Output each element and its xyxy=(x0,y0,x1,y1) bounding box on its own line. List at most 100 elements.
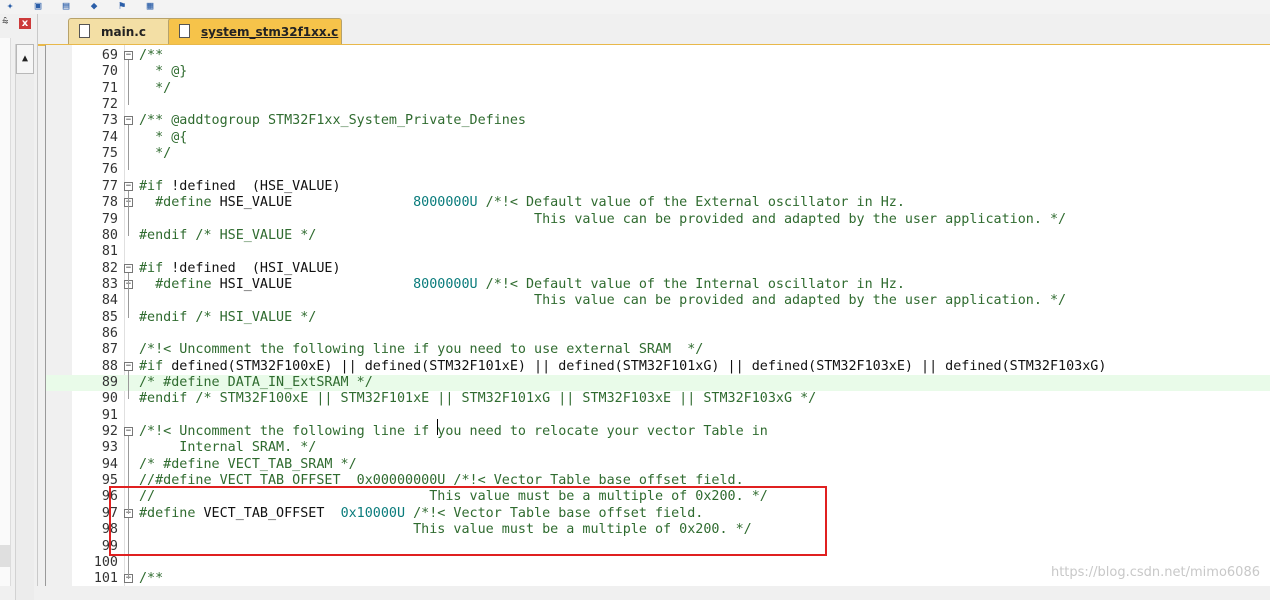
code-line[interactable]: 95 //#define VECT_TAB_OFFSET 0x00000000U … xyxy=(46,473,1270,489)
code-token: /** @addtogroup STM32F1xx_System_Private… xyxy=(139,113,526,129)
code-text: /*!< Uncomment the following line if you… xyxy=(139,342,703,358)
fold-toggle-icon[interactable]: − xyxy=(124,116,133,126)
fold-toggle-icon[interactable]: − xyxy=(124,181,133,191)
code-line[interactable]: 83− #define HSI_VALUE 8000000U /*!< Defa… xyxy=(46,277,1270,293)
code-text: #endif /* HSE_VALUE */ xyxy=(139,228,316,244)
line-number: 73 xyxy=(101,113,118,129)
code-line[interactable]: 77− #if !defined (HSE_VALUE) xyxy=(46,179,1270,195)
toolbar-icon[interactable]: ▤ xyxy=(58,0,74,11)
line-number: 86 xyxy=(101,325,118,341)
code-line[interactable]: 79 This value can be provided and adapte… xyxy=(46,212,1270,228)
code-line[interactable]: 71 */ xyxy=(46,81,1270,97)
code-text: #if !defined (HSI_VALUE) xyxy=(139,261,341,277)
code-text: #define HSE_VALUE 8000000U /*!< Default … xyxy=(139,195,905,211)
fold-toggle-icon[interactable]: − xyxy=(124,263,133,273)
code-line[interactable]: 85 #endif /* HSI_VALUE */ xyxy=(46,310,1270,326)
code-line[interactable]: 94 /* #define VECT_TAB_SRAM */ xyxy=(46,457,1270,473)
code-line[interactable]: 92−/*!< Uncomment the following line if … xyxy=(46,424,1270,440)
code-text: */ xyxy=(139,146,171,162)
toolbar-icon[interactable]: ⚑ xyxy=(114,0,130,11)
tab-label: system_stm32f1xx.c xyxy=(201,25,339,39)
code-line[interactable]: 88− #if defined(STM32F100xE) || defined(S… xyxy=(46,359,1270,375)
line-number: 96 xyxy=(101,489,118,505)
fold-toggle-icon[interactable]: − xyxy=(124,361,133,371)
code-token: #define xyxy=(139,195,220,211)
code-line[interactable]: 97−#define VECT_TAB_OFFSET 0x10000U /*!<… xyxy=(46,506,1270,522)
toolbar-icon[interactable]: ◆ xyxy=(86,0,102,11)
code-editor[interactable]: 69−/** 70 * @} 71 */72 73−/** @addtogroup S… xyxy=(45,45,1270,586)
left-panel-selection xyxy=(0,545,10,567)
fold-toggle-icon[interactable]: − xyxy=(124,51,133,60)
fold-toggle-icon[interactable]: − xyxy=(124,427,133,437)
toolbar: ✦ ▣ ▤ ◆ ⚑ ▦ xyxy=(0,0,1270,15)
code-text: /* #define VECT_TAB_SRAM */ xyxy=(139,457,357,473)
code-line[interactable]: 86 xyxy=(46,326,1270,342)
toolbar-icon[interactable]: ▦ xyxy=(142,0,158,11)
line-number: 69 xyxy=(101,48,118,63)
close-icon[interactable]: x xyxy=(19,18,31,29)
code-text: /** xyxy=(139,571,163,587)
code-text: #endif /* HSI_VALUE */ xyxy=(139,310,316,326)
code-text: This value must be a multiple of 0x200. … xyxy=(139,522,752,538)
fold-guide xyxy=(128,60,129,106)
document-icon xyxy=(179,24,190,38)
code-line[interactable]: 73−/** @addtogroup STM32F1xx_System_Priv… xyxy=(46,113,1270,129)
code-line[interactable]: 80 #endif /* HSE_VALUE */ xyxy=(46,228,1270,244)
code-line[interactable]: 75 */ xyxy=(46,146,1270,162)
code-line[interactable]: 90 #endif /* STM32F100xE || STM32F101xE |… xyxy=(46,391,1270,407)
code-line[interactable]: 99 xyxy=(46,539,1270,555)
code-line[interactable]: 72 xyxy=(46,97,1270,113)
code-token: /** xyxy=(139,48,164,63)
code-line[interactable]: 93 Internal SRAM. */ xyxy=(46,440,1270,456)
code-line[interactable]: 89 /* #define DATA_IN_ExtSRAM */ xyxy=(46,375,1270,391)
code-text: // This value must be a multiple of 0x20… xyxy=(139,489,768,505)
line-number: 74 xyxy=(101,129,118,145)
code-token: !defined (HSI_VALUE) xyxy=(171,260,341,276)
code-line[interactable]: 78− #define HSE_VALUE 8000000U /*!< Defa… xyxy=(46,195,1270,211)
pin-icon[interactable]: ⩯ xyxy=(2,16,14,28)
line-number: 93 xyxy=(101,440,118,456)
fold-guide xyxy=(128,190,129,236)
code-line[interactable]: 82− #if !defined (HSI_VALUE) xyxy=(46,261,1270,277)
fold-guide xyxy=(128,517,129,580)
line-number: 98 xyxy=(101,522,118,538)
code-token: /*!< Uncomment the following line if you… xyxy=(139,342,704,358)
code-token: #define xyxy=(139,505,204,521)
scroll-up-button[interactable]: ▲ xyxy=(16,44,34,74)
code-line[interactable]: 76 xyxy=(46,162,1270,178)
code-text: #if !defined (HSE_VALUE) xyxy=(139,179,341,195)
code-line[interactable]: 96 // This value must be a multiple of 0x… xyxy=(46,489,1270,505)
line-number: 87 xyxy=(101,342,118,358)
code-line[interactable]: 91 xyxy=(46,408,1270,424)
code-line[interactable]: 69−/** xyxy=(46,48,1270,64)
code-token: This value can be provided and adapted b… xyxy=(139,211,1067,227)
code-token: VECT_TAB_OFFSET xyxy=(203,505,341,521)
toolbar-icon[interactable]: ▣ xyxy=(30,0,46,11)
line-number: 80 xyxy=(101,227,118,243)
left-panel-scrollbar[interactable]: ▲ xyxy=(15,44,34,600)
code-token: Internal SRAM. */ xyxy=(139,440,317,456)
tab-label: main.c xyxy=(101,25,146,39)
line-number: 95 xyxy=(101,473,118,489)
code-text: * @} xyxy=(139,64,187,80)
code-line[interactable]: 70 * @} xyxy=(46,64,1270,80)
code-text: /** @addtogroup STM32F1xx_System_Private… xyxy=(139,113,526,129)
code-line[interactable]: 74 * @{ xyxy=(46,130,1270,146)
code-line[interactable]: 81 xyxy=(46,244,1270,260)
watermark: https://blog.csdn.net/mimo6086 xyxy=(1050,565,1260,580)
code-text: * @{ xyxy=(139,130,187,146)
code-token: 8000000U xyxy=(413,276,478,292)
left-panel-list xyxy=(0,38,11,586)
code-text: /*!< Uncomment the following line if you… xyxy=(139,424,768,440)
text-cursor xyxy=(437,419,438,435)
toolbar-icon[interactable]: ✦ xyxy=(2,0,18,11)
line-number: 79 xyxy=(101,211,118,227)
code-line[interactable]: 98 This value must be a multiple of 0x20… xyxy=(46,522,1270,538)
line-number: 85 xyxy=(101,309,118,325)
line-number: 99 xyxy=(101,538,118,554)
code-token: #if xyxy=(139,178,172,194)
code-line[interactable]: 87 /*!< Uncomment the following line if y… xyxy=(46,342,1270,358)
code-text: This value can be provided and adapted b… xyxy=(139,293,1066,309)
code-line[interactable]: 84 This value can be provided and adapte… xyxy=(46,293,1270,309)
tab-system-stm32f1xx-c[interactable]: system_stm32f1xx.c xyxy=(168,18,342,44)
